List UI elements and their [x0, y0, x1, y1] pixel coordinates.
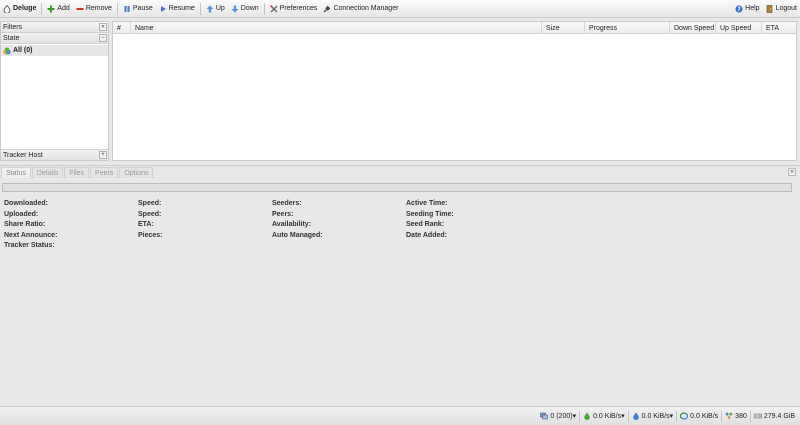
seeding-time-label: Seeding Time:	[406, 210, 454, 218]
play-icon	[159, 5, 167, 13]
downloaded-label: Downloaded:	[4, 200, 48, 207]
app-title: Deluge	[1, 2, 38, 16]
help-button[interactable]: ? Help	[733, 2, 761, 16]
tab-status[interactable]: Status	[1, 167, 31, 178]
grid-header: # Name Size Progress Down Speed Up Speed…	[113, 22, 796, 34]
door-icon	[766, 4, 774, 13]
download-drop-icon	[583, 412, 591, 420]
pause-icon	[123, 5, 131, 13]
details-panel: Status Details Files Peers Options » Dow…	[0, 165, 800, 405]
status-column-4: Active Time: Seeding Time: Seed Rank: Da…	[406, 199, 454, 241]
column-header-eta[interactable]: ETA	[762, 22, 796, 34]
eta-label: ETA:	[138, 221, 154, 228]
preferences-button[interactable]: Preferences	[268, 2, 320, 16]
download-speed-status[interactable]: 0.0 KiB/s ▾	[580, 412, 628, 420]
tracker-host-title: Tracker Host	[3, 151, 43, 159]
dht-icon	[725, 412, 733, 420]
chevron-down-icon: ▾	[669, 413, 674, 420]
queue-up-button[interactable]: Up	[204, 2, 227, 16]
tab-peers[interactable]: Peers	[90, 167, 119, 178]
resume-button[interactable]: Resume	[157, 2, 197, 16]
filters-header: Filters «	[1, 22, 108, 33]
remove-button[interactable]: Remove	[74, 2, 114, 16]
tools-icon	[269, 4, 278, 13]
arrow-up-icon	[206, 5, 214, 13]
upload-drop-icon	[632, 412, 640, 420]
auto-managed-label: Auto Managed:	[272, 231, 323, 239]
toolbar-separator	[41, 2, 43, 15]
collapse-state-button[interactable]: −	[99, 34, 107, 42]
pause-button[interactable]: Pause	[121, 2, 155, 16]
protocol-traffic-status: 0.0 KiB/s	[677, 412, 721, 420]
collapse-sidebar-button[interactable]: «	[99, 23, 107, 31]
column-header-name[interactable]: Name	[131, 22, 542, 34]
tracker-status-label: Tracker Status:	[4, 242, 55, 249]
drive-icon	[754, 412, 762, 420]
svg-text:?: ?	[737, 6, 741, 13]
all-torrents-icon	[3, 47, 11, 55]
next-announce-label: Next Announce:	[4, 231, 58, 239]
tracker-host-header[interactable]: Tracker Host +	[1, 149, 108, 160]
tab-details[interactable]: Details	[31, 167, 64, 178]
tab-options[interactable]: Options	[119, 167, 154, 178]
arrow-down-icon	[231, 5, 239, 13]
deluge-drop-icon	[3, 4, 11, 14]
queue-down-button[interactable]: Down	[229, 2, 261, 16]
status-bar: 0 (200) ▾ 0.0 KiB/s ▾ 0.0 KiB/s ▾ 0.0 Ki…	[0, 406, 800, 425]
pieces-label: Pieces:	[138, 231, 163, 239]
seed-rank-label: Seed Rank:	[406, 221, 445, 228]
chevron-down-icon: ▾	[572, 413, 577, 420]
minus-icon	[76, 5, 84, 13]
help-icon: ?	[735, 4, 743, 13]
toolbar-separator	[263, 2, 265, 15]
expand-tracker-button[interactable]: +	[99, 151, 107, 159]
download-speed-label: Speed:	[138, 200, 162, 207]
collapse-details-button[interactable]: »	[788, 168, 796, 176]
filters-sidebar: Filters « State − All (0) Tracker Host +	[0, 21, 109, 161]
connections-status[interactable]: 0 (200) ▾	[537, 412, 579, 420]
column-header-up-speed[interactable]: Up Speed	[716, 22, 762, 34]
upload-speed-label: Speed:	[138, 210, 162, 218]
seeders-label: Seeders:	[272, 200, 302, 207]
toolbar: Deluge Add Remove Pause Resume Up Down P…	[0, 0, 800, 18]
state-filter-title: State	[3, 34, 20, 42]
state-filter-header[interactable]: State −	[1, 33, 108, 44]
peers-label: Peers:	[272, 210, 294, 218]
dht-nodes-status: 380	[722, 412, 750, 420]
connections-icon	[540, 412, 549, 420]
traffic-icon	[680, 412, 689, 420]
tab-files[interactable]: Files	[64, 167, 90, 178]
status-column-3: Seeders: Peers: Availability: Auto Manag…	[272, 199, 323, 241]
free-space-status: 279.4 GiB	[751, 412, 798, 420]
uploaded-label: Uploaded:	[4, 210, 39, 218]
toolbar-separator	[199, 2, 201, 15]
plus-icon	[47, 5, 55, 13]
toolbar-separator	[116, 2, 118, 15]
active-time-label: Active Time:	[406, 200, 448, 207]
status-column-1: Downloaded: Uploaded: Share Ratio: Next …	[4, 199, 57, 252]
filters-title: Filters	[3, 23, 23, 31]
torrent-progress-bar	[2, 183, 792, 192]
logout-button[interactable]: Logout	[764, 2, 799, 16]
date-added-label: Date Added:	[406, 231, 447, 239]
state-filter-item-all[interactable]: All (0)	[1, 45, 108, 56]
connection-manager-button[interactable]: Connection Manager	[321, 2, 400, 16]
chevron-down-icon: ▾	[621, 413, 625, 420]
add-button[interactable]: Add	[45, 2, 71, 16]
availability-label: Availability:	[272, 221, 312, 228]
share-ratio-label: Share Ratio:	[4, 221, 46, 228]
column-header-queue[interactable]: #	[113, 22, 131, 34]
details-tabs: Status Details Files Peers Options »	[0, 166, 800, 178]
upload-speed-status[interactable]: 0.0 KiB/s ▾	[629, 412, 677, 420]
column-header-progress[interactable]: Progress	[585, 22, 670, 34]
plug-icon	[323, 5, 331, 13]
status-column-2: Speed: Speed: ETA: Pieces:	[138, 199, 163, 241]
torrent-grid: # Name Size Progress Down Speed Up Speed…	[112, 21, 797, 161]
column-header-down-speed[interactable]: Down Speed	[670, 22, 716, 34]
state-filter-label: All (0)	[13, 47, 33, 54]
column-header-size[interactable]: Size	[542, 22, 585, 34]
